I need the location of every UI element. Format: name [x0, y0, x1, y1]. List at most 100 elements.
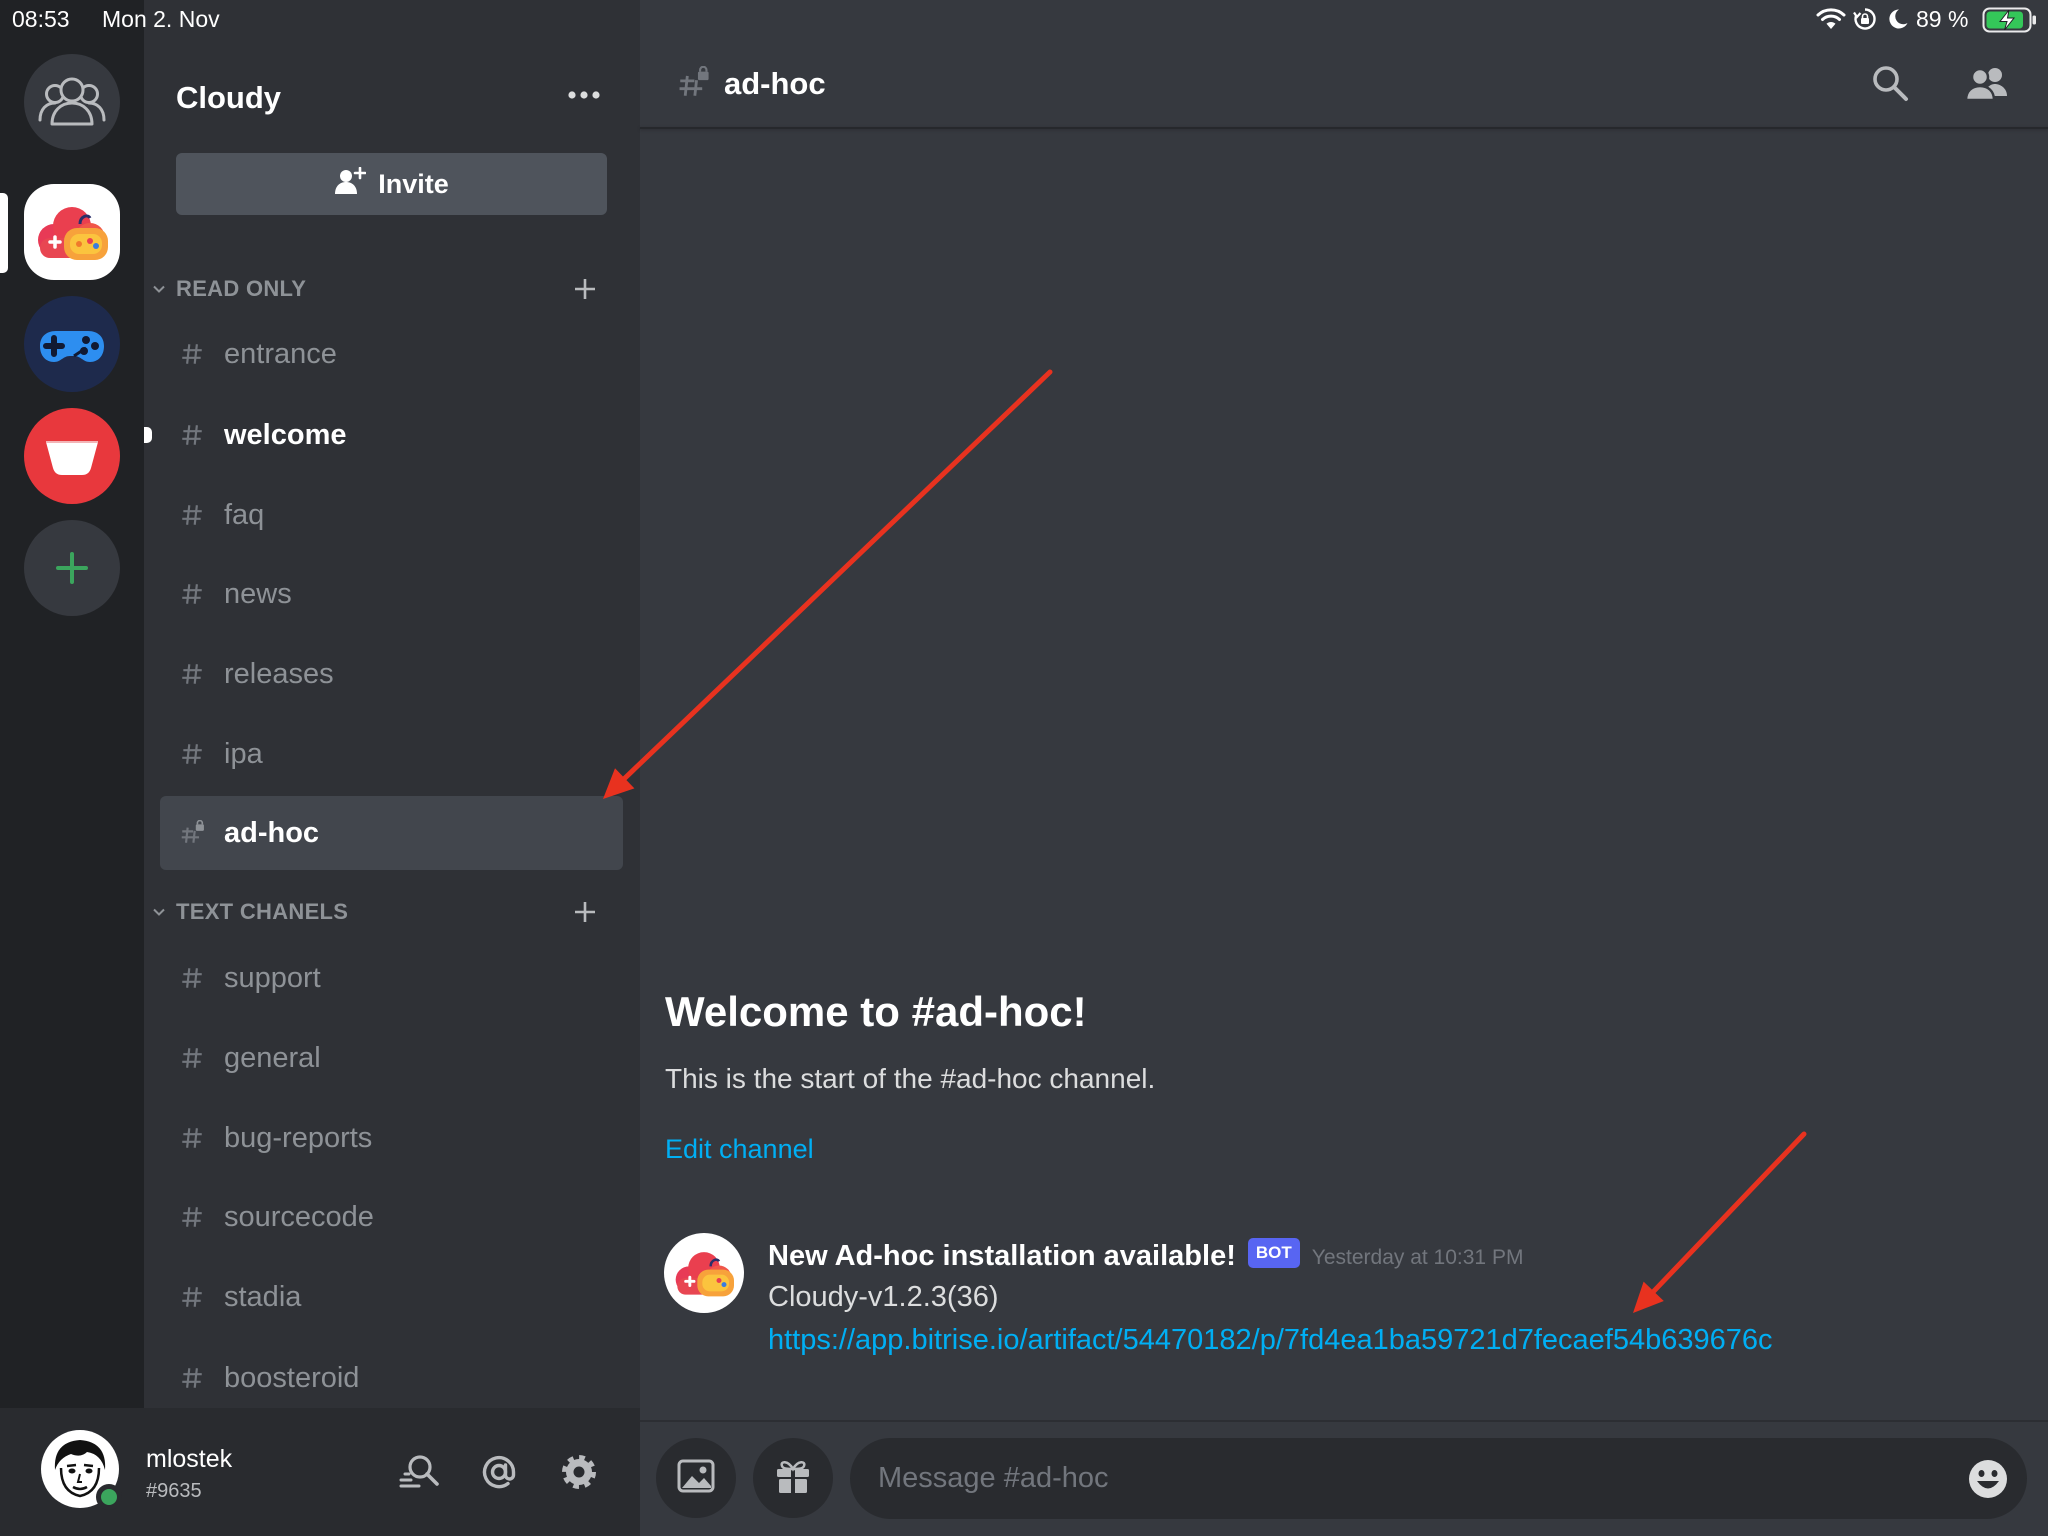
channel-name: ipa	[224, 737, 263, 770]
channel-name: support	[224, 961, 321, 994]
channel-sidebar: Cloudy Invite READ ONLY entrance welcome…	[144, 0, 640, 1408]
bot-avatar[interactable]	[664, 1233, 744, 1313]
welcome-title: Welcome to #ad-hoc!	[665, 988, 1087, 1035]
channel-ad-hoc[interactable]: ad-hoc	[160, 796, 623, 870]
add-channel-icon[interactable]	[573, 277, 597, 301]
channel-name: welcome	[224, 418, 347, 451]
members-icon[interactable]	[1963, 62, 2011, 106]
locked-hash-icon	[179, 820, 205, 846]
status-time: 08:53	[12, 6, 70, 32]
wifi-icon	[1816, 8, 1846, 36]
hash-icon	[179, 341, 205, 367]
channel-name: sourcecode	[224, 1200, 374, 1233]
artifact-link[interactable]: https://app.bitrise.io/artifact/54470182…	[768, 1322, 1773, 1358]
channel-name: releases	[224, 657, 334, 690]
hash-icon	[179, 1365, 205, 1391]
channel-name: news	[224, 577, 292, 610]
red-bowl-server-icon[interactable]	[24, 408, 120, 504]
hash-icon	[179, 1204, 205, 1230]
image-upload-button[interactable]	[656, 1438, 736, 1518]
invite-button[interactable]: Invite	[176, 153, 607, 215]
gift-icon	[774, 1458, 812, 1499]
category-text-chanels[interactable]: TEXT CHANELS	[144, 894, 640, 930]
online-status-badge	[96, 1484, 122, 1510]
emoji-icon[interactable]	[1967, 1458, 2009, 1500]
battery-charging-icon	[1982, 7, 2038, 39]
direct-messages-icon[interactable]	[24, 54, 120, 150]
status-date: Mon 2. Nov	[102, 6, 220, 32]
add-channel-icon[interactable]	[573, 900, 597, 924]
server-name[interactable]: Cloudy	[176, 78, 281, 118]
channel-name: entrance	[224, 337, 337, 370]
edit-channel-link[interactable]: Edit channel	[665, 1132, 814, 1166]
channel-entrance[interactable]: entrance	[160, 318, 623, 390]
chevron-down-icon	[152, 282, 166, 296]
channel-ipa[interactable]: ipa	[160, 718, 623, 790]
cloudy-server-icon[interactable]	[24, 184, 120, 280]
controller-server-icon[interactable]	[24, 296, 120, 392]
message-header: New Ad-hoc installation available! BOT Y…	[768, 1236, 1523, 1276]
mentions-icon[interactable]	[477, 1450, 521, 1494]
channel-support[interactable]: support	[160, 942, 623, 1014]
hash-icon	[179, 581, 205, 607]
battery-percent: 89 %	[1916, 6, 1969, 32]
bot-badge: BOT	[1247, 1238, 1300, 1268]
status-bar: 08:53 Mon 2. Nov 89 %	[0, 0, 2048, 39]
header-divider	[640, 127, 2048, 129]
more-options-icon[interactable]	[566, 84, 602, 106]
message-content: Cloudy-v1.2.3(36)	[768, 1281, 999, 1313]
invite-label: Invite	[378, 168, 449, 199]
message-input[interactable]	[876, 1438, 1946, 1519]
locked-hash-icon	[676, 65, 710, 100]
settings-gear-icon[interactable]	[557, 1450, 601, 1494]
friend-search-icon[interactable]	[397, 1450, 441, 1494]
channel-general[interactable]: general	[160, 1022, 623, 1094]
channel-name: stadia	[224, 1280, 302, 1313]
channel-name: general	[224, 1041, 321, 1074]
selected-server-indicator	[0, 193, 8, 273]
channel-name: bug-reports	[224, 1121, 373, 1154]
hash-icon	[179, 1284, 205, 1310]
category-label: READ ONLY	[176, 276, 307, 301]
channel-boosteroid[interactable]: boosteroid	[160, 1342, 623, 1408]
chat-area: ad-hoc Welcome to #ad-hoc! This is the s…	[640, 0, 2048, 1536]
gift-button[interactable]	[753, 1438, 833, 1518]
username: mlostek	[146, 1445, 233, 1473]
channel-bug-reports[interactable]: bug-reports	[160, 1102, 623, 1174]
channel-releases[interactable]: releases	[160, 638, 623, 710]
channel-title: ad-hoc	[724, 66, 826, 101]
add-server-icon[interactable]	[24, 520, 120, 616]
hash-icon	[179, 741, 205, 767]
chevron-down-icon	[152, 905, 166, 919]
unread-indicator	[144, 427, 152, 443]
channel-name: ad-hoc	[224, 816, 320, 849]
do-not-disturb-icon	[1886, 7, 1910, 37]
composer-divider	[640, 1420, 2048, 1422]
channel-welcome[interactable]: welcome	[160, 399, 623, 471]
hash-icon	[179, 1045, 205, 1071]
message-input-container	[850, 1438, 2027, 1519]
image-upload-icon	[677, 1459, 715, 1498]
hash-icon	[179, 661, 205, 687]
channel-faq[interactable]: faq	[160, 479, 623, 551]
message-author[interactable]: New Ad-hoc installation available!	[768, 1238, 1236, 1274]
add-person-icon	[334, 166, 367, 202]
channel-name: boosteroid	[224, 1361, 360, 1394]
channel-news[interactable]: news	[160, 558, 623, 630]
hash-icon	[179, 422, 205, 448]
search-icon[interactable]	[1868, 62, 1912, 106]
channel-name: faq	[224, 498, 265, 531]
channel-stadia[interactable]: stadia	[160, 1261, 623, 1333]
category-read-only[interactable]: READ ONLY	[144, 271, 640, 307]
server-rail	[0, 0, 144, 1408]
user-panel: mlostek #9635	[0, 1408, 640, 1536]
hash-icon	[179, 502, 205, 528]
welcome-subtitle: This is the start of the #ad-hoc channel…	[665, 1063, 1156, 1094]
rotation-lock-icon	[1853, 7, 1877, 37]
user-discriminator: #9635	[146, 1480, 202, 1502]
category-label: TEXT CHANELS	[176, 899, 349, 924]
hash-icon	[179, 1125, 205, 1151]
hash-icon	[179, 965, 205, 991]
message-timestamp: Yesterday at 10:31 PM	[1311, 1246, 1524, 1269]
channel-sourcecode[interactable]: sourcecode	[160, 1181, 623, 1253]
